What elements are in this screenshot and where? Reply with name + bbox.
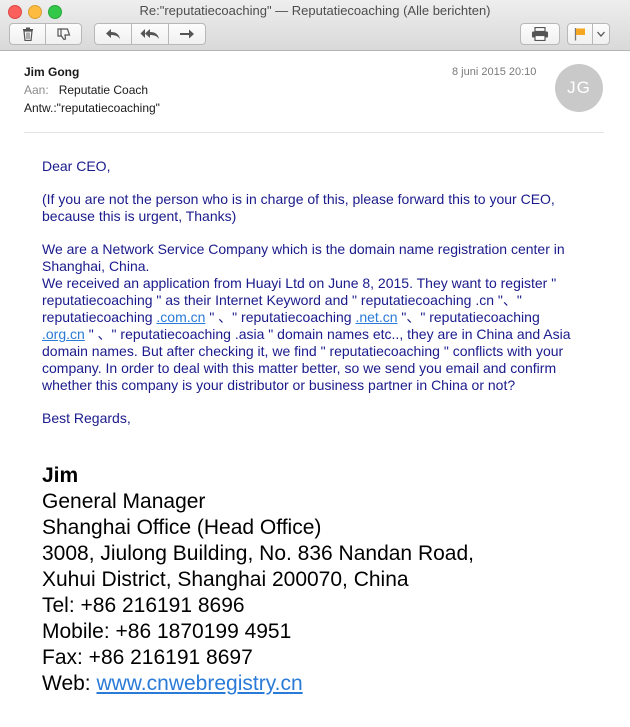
closing: Best Regards, xyxy=(42,410,131,426)
trash-icon xyxy=(22,27,34,41)
signature-title: General Manager xyxy=(42,490,206,513)
signature-mobile: Mobile: +86 1870199 4951 xyxy=(42,620,292,643)
forward-icon xyxy=(179,28,195,40)
recipient-row: Aan: Reputatie Coach xyxy=(24,83,148,97)
signature-office: Shanghai Office (Head Office) xyxy=(42,516,322,539)
message-body: Dear CEO, (If you are not the person who… xyxy=(42,158,572,443)
signature-web-row: Web: www.cnwebregistry.cn xyxy=(42,671,602,697)
flag-menu-button[interactable] xyxy=(592,23,610,45)
junk-thumbs-down-icon xyxy=(56,27,71,41)
chevron-down-icon xyxy=(597,31,605,37)
print-icon xyxy=(531,27,549,41)
signature-fax: Fax: +86 216191 8697 xyxy=(42,646,253,669)
window-title: Re:"reputatiecoaching" — Reputatiecoachi… xyxy=(139,3,491,18)
reply-button[interactable] xyxy=(94,23,132,45)
sender-name[interactable]: Jim Gong xyxy=(24,65,79,79)
web-label: Web: xyxy=(42,672,97,695)
signature-address-line2: Xuhui District, Shanghai 200070, China xyxy=(42,568,409,591)
intro-line: We are a Network Service Company which i… xyxy=(42,241,565,274)
junk-button[interactable] xyxy=(45,23,82,45)
forward-button[interactable] xyxy=(168,23,206,45)
reply-to-row: Antw.:"reputatiecoaching" xyxy=(24,101,160,115)
greeting: Dear CEO, xyxy=(42,158,111,174)
body-text: " 、" reputatiecoaching xyxy=(205,309,356,325)
mail-window: Re:"reputatiecoaching" — Reputatiecoachi… xyxy=(0,0,630,727)
web-link[interactable]: www.cnwebregistry.cn xyxy=(96,672,302,695)
print-button[interactable] xyxy=(520,23,560,45)
registration-paragraph: We are a Network Service Company which i… xyxy=(42,241,572,394)
message-date: 8 juni 2015 20:10 xyxy=(452,66,537,78)
signature-name: Jim xyxy=(42,464,79,487)
forward-request-paragraph: (If you are not the person who is in cha… xyxy=(42,191,555,224)
body-text: " 、" reputatiecoaching .asia " domain na… xyxy=(42,326,571,393)
recipient-name[interactable]: Reputatie Coach xyxy=(59,83,148,97)
comcn-link[interactable]: .com.cn xyxy=(156,309,205,325)
reply-icon xyxy=(105,28,121,40)
to-label: Aan: xyxy=(24,83,49,97)
avatar: JG xyxy=(555,64,603,112)
flag-button[interactable] xyxy=(567,23,593,45)
message-header: Jim Gong 8 juni 2015 20:10 JG Aan: Reputa… xyxy=(24,50,604,133)
reply-all-button[interactable] xyxy=(131,23,169,45)
title-bar: Re:"reputatiecoaching" — Reputatiecoachi… xyxy=(0,0,630,51)
reply-all-icon xyxy=(140,28,160,40)
body-text: "、" reputatiecoaching xyxy=(397,309,540,325)
flag-icon xyxy=(574,27,586,41)
orgcn-link[interactable]: .org.cn xyxy=(42,326,85,342)
delete-button[interactable] xyxy=(9,23,46,45)
signature: Jim General Manager Shanghai Office (Hea… xyxy=(42,463,602,697)
signature-tel: Tel: +86 216191 8696 xyxy=(42,594,245,617)
signature-address-line1: 3008, Jiulong Building, No. 836 Nandan R… xyxy=(42,542,474,565)
netcn-link[interactable]: .net.cn xyxy=(355,309,397,325)
